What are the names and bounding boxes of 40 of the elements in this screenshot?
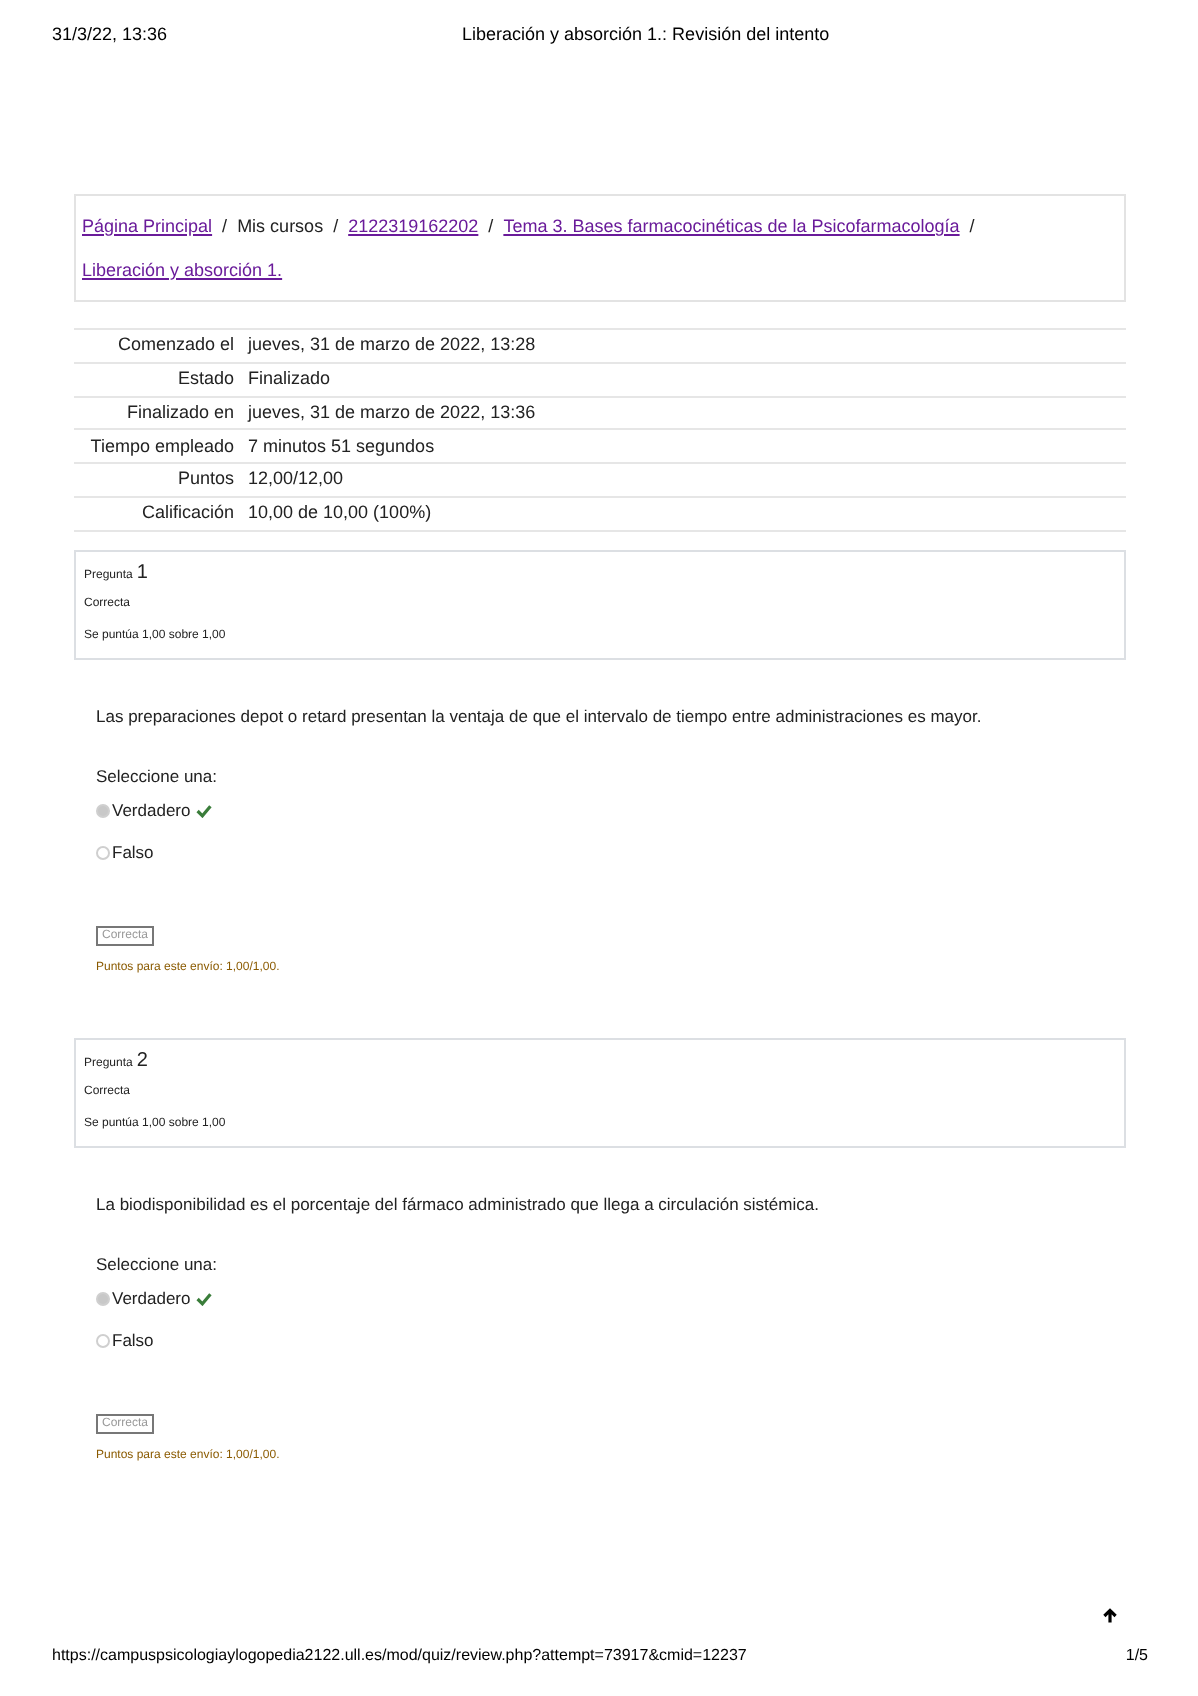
summary-value: 10,00 de 10,00 (100%): [246, 500, 432, 527]
question-text: La biodisponibilidad es el porcentaje del fármaco administrado que llega a circulación sistémica.: [96, 1191, 821, 1218]
option-label: Falso: [112, 1328, 154, 1354]
print-title: Liberación y absorción 1.: Revisión del intento: [462, 22, 830, 49]
option-label: Verdadero: [112, 1286, 191, 1313]
radio-button[interactable]: [96, 1333, 110, 1348]
breadcrumb-separator: /: [488, 214, 494, 240]
question-number: 2: [136, 1047, 148, 1076]
print-url: https://campuspsicologiaylogopedia2122.ull.es/mod/quiz/review.php?attempt=73917&cmid=12237: [52, 1644, 747, 1668]
summary-label: Calificación: [139, 500, 236, 527]
breadcrumb-separator: /: [969, 214, 975, 240]
question-text: Las preparaciones depot o retard presentan la ventaja de que el intervalo de tiempo entre administraciones es mayor.: [96, 703, 984, 730]
summary-label: Tiempo empleado: [88, 433, 236, 460]
option-label: Falso: [112, 840, 154, 866]
option-label: Verdadero: [112, 798, 191, 825]
summary-value: jueves, 31 de marzo de 2022, 13:28: [245, 332, 536, 359]
radio-button[interactable]: [96, 1292, 110, 1307]
summary-label: Comenzado el: [115, 332, 236, 359]
summary-value: jueves, 31 de marzo de 2022, 13:36: [245, 399, 536, 426]
breadcrumb-link[interactable]: Tema 3. Bases farmacocinéticas de la Psicofarmacología: [503, 204, 960, 248]
print-date: 31/3/22, 13:36: [52, 22, 170, 49]
summary-label: Finalizado en: [124, 399, 236, 426]
summary-value: 7 minutos 51 segundos: [246, 433, 435, 460]
breadcrumb-separator: /: [222, 214, 228, 240]
summary-value: 12,00/12,00: [246, 466, 344, 493]
page-number: 1/5: [1125, 1644, 1148, 1668]
summary-label: Puntos: [175, 466, 236, 493]
summary-label: Estado: [175, 365, 236, 392]
select-prompt: Seleccione una:: [96, 1251, 219, 1277]
arrow-up-icon[interactable]: [1102, 1608, 1118, 1624]
select-prompt: Seleccione una:: [96, 763, 219, 789]
breadcrumb-link[interactable]: Página Principal: [82, 204, 213, 248]
breadcrumb-link[interactable]: 2122319162202: [348, 204, 479, 248]
summary-value: Finalizado: [246, 365, 331, 392]
radio-button[interactable]: [96, 845, 110, 860]
breadcrumb-separator: /: [333, 214, 339, 240]
breadcrumb-link[interactable]: Liberación y absorción 1.: [82, 248, 283, 292]
question-number: 1: [136, 559, 148, 588]
radio-button[interactable]: [96, 804, 110, 819]
breadcrumb-text: Mis cursos: [237, 214, 324, 240]
